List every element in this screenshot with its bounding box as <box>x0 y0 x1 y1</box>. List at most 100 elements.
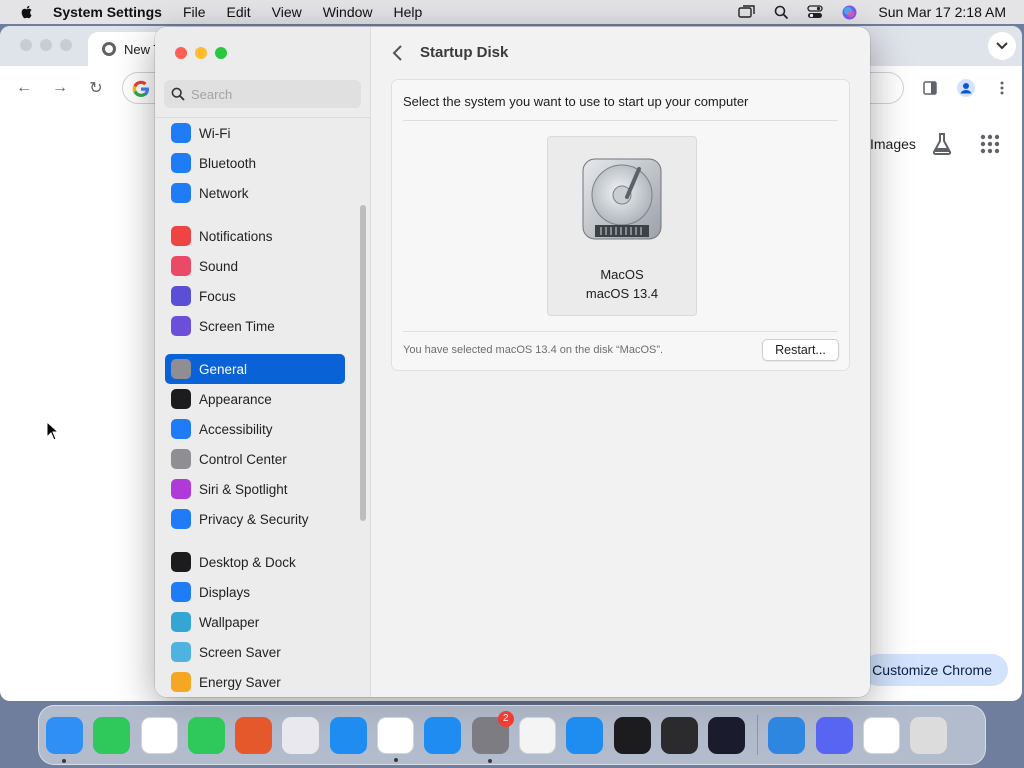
weather-icon[interactable] <box>768 716 806 754</box>
sidebar-item-energy-saver[interactable]: Energy Saver <box>165 667 345 697</box>
displays-icon <box>171 582 191 602</box>
divider <box>403 331 838 332</box>
discord-icon[interactable] <box>815 716 853 754</box>
appearance-icon <box>171 389 191 409</box>
settings-sidebar: Search Wi-Fi Bluetooth Network Notification… <box>155 27 371 697</box>
chrome-close-button[interactable] <box>20 39 32 51</box>
startup-disk-panel: Select the system you want to use to sta… <box>391 79 850 371</box>
sidebar-item-label: Network <box>199 185 249 201</box>
privacy-hand-icon <box>171 509 191 529</box>
sidebar-item-network[interactable]: Network <box>165 178 345 208</box>
sidebar-item-privacy-security[interactable]: Privacy & Security <box>165 504 345 534</box>
menu-help[interactable]: Help <box>394 4 423 20</box>
sidebar-item-screen-time[interactable]: Screen Time <box>165 311 345 341</box>
facetime-icon[interactable] <box>93 716 131 754</box>
app-store-icon[interactable] <box>424 716 462 754</box>
settings-sidebar-list[interactable]: Wi-Fi Bluetooth Network Notifications Sound F… <box>155 117 371 697</box>
chrome-menu-kebab-icon[interactable] <box>992 78 1012 98</box>
back-arrow-icon[interactable]: ← <box>14 78 34 98</box>
wifi-icon <box>171 123 191 143</box>
sidebar-item-control-center[interactable]: Control Center <box>165 444 345 474</box>
startup-disk-pane: Startup Disk Select the system you want … <box>372 27 870 697</box>
customize-chrome-button[interactable]: Customize Chrome <box>862 654 1008 686</box>
trash-icon[interactable] <box>910 716 948 754</box>
garageband-icon[interactable] <box>660 716 698 754</box>
sound-icon <box>171 256 191 276</box>
keynote-icon[interactable] <box>566 716 604 754</box>
menu-bar-clock[interactable]: Sun Mar 17 2:18 AM <box>878 4 1006 20</box>
sidebar-item-general[interactable]: General <box>165 354 345 384</box>
sidebar-item-label: Privacy & Security <box>199 511 309 527</box>
sidebar-item-label: Appearance <box>199 391 272 407</box>
menu-app-name[interactable]: System Settings <box>53 4 162 20</box>
mouse-pointer-icon <box>46 421 60 441</box>
sidebar-item-label: Focus <box>199 288 236 304</box>
chrome-zoom-button[interactable] <box>60 39 72 51</box>
capcut-icon[interactable] <box>863 716 901 754</box>
divider <box>403 120 838 121</box>
chrome-tab-search-chevron-icon[interactable] <box>988 32 1016 60</box>
screen-mirroring-icon[interactable] <box>738 3 756 21</box>
sidebar-scrollbar[interactable] <box>360 205 366 521</box>
vscode-icon[interactable] <box>140 716 178 754</box>
sidebar-item-siri-spotlight[interactable]: Siri & Spotlight <box>165 474 345 504</box>
chrome-favicon-icon <box>102 42 116 56</box>
textedit-icon[interactable] <box>518 716 556 754</box>
side-panel-icon[interactable] <box>920 78 940 98</box>
launchpad-icon[interactable] <box>282 716 320 754</box>
restart-button[interactable]: Restart... <box>762 339 839 361</box>
system-settings-icon[interactable]: 2 <box>471 710 514 763</box>
sidebar-item-label: Energy Saver <box>199 674 281 690</box>
menu-window[interactable]: Window <box>323 4 373 20</box>
sidebar-item-wi-fi[interactable]: Wi-Fi <box>165 118 345 148</box>
sidebar-item-desktop-dock[interactable]: Desktop & Dock <box>165 547 345 577</box>
sidebar-item-appearance[interactable]: Appearance <box>165 384 345 414</box>
menu-file[interactable]: File <box>183 4 206 20</box>
sidebar-item-accessibility[interactable]: Accessibility <box>165 414 345 444</box>
control-center-icon[interactable] <box>806 3 824 21</box>
finder-icon[interactable] <box>46 716 83 763</box>
sidebar-item-label: Desktop & Dock <box>199 554 296 570</box>
settings-search-field[interactable]: Search <box>164 80 361 108</box>
sidebar-item-label: Wi-Fi <box>199 125 231 141</box>
sidebar-item-label: Siri & Spotlight <box>199 481 288 497</box>
focus-icon <box>171 286 191 306</box>
sidebar-item-wallpaper[interactable]: Wallpaper <box>165 607 345 637</box>
google-logo-icon <box>132 80 149 97</box>
forward-arrow-icon[interactable]: → <box>50 78 70 98</box>
sidebar-item-label: Bluetooth <box>199 155 257 171</box>
sidebar-item-screen-saver[interactable]: Screen Saver <box>165 637 345 667</box>
minimize-button[interactable] <box>195 47 207 59</box>
sidebar-item-focus[interactable]: Focus <box>165 281 345 311</box>
search-placeholder: Search <box>191 86 233 102</box>
google-images-link[interactable]: Images <box>870 136 916 152</box>
labs-flask-icon[interactable] <box>930 132 954 156</box>
back-chevron-icon[interactable] <box>390 43 406 63</box>
sidebar-item-label: Accessibility <box>199 421 273 437</box>
menu-edit[interactable]: Edit <box>227 4 251 20</box>
siri-icon <box>171 479 191 499</box>
sidebar-item-bluetooth[interactable]: Bluetooth <box>165 148 345 178</box>
profile-avatar-icon[interactable] <box>956 78 976 98</box>
reload-icon[interactable]: ↻ <box>86 78 106 98</box>
safari-icon[interactable] <box>329 716 367 754</box>
close-button[interactable] <box>175 47 187 59</box>
messages-icon[interactable] <box>187 716 225 754</box>
google-apps-grid-icon[interactable] <box>978 132 1002 156</box>
terminal-icon[interactable] <box>613 716 651 754</box>
zoom-button[interactable] <box>215 47 227 59</box>
apple-logo-icon[interactable] <box>19 4 35 20</box>
notification-badge: 2 <box>497 710 514 727</box>
chrome-icon[interactable] <box>377 716 415 762</box>
spotlight-search-icon[interactable] <box>772 3 790 21</box>
wallpaper-icon <box>171 612 191 632</box>
siri-dock-icon[interactable] <box>708 716 746 754</box>
siri-icon[interactable] <box>840 3 858 21</box>
sidebar-item-notifications[interactable]: Notifications <box>165 221 345 251</box>
sidebar-item-sound[interactable]: Sound <box>165 251 345 281</box>
firefox-icon[interactable] <box>235 716 273 754</box>
chrome-minimize-button[interactable] <box>40 39 52 51</box>
sidebar-item-displays[interactable]: Displays <box>165 577 345 607</box>
menu-view[interactable]: View <box>272 4 302 20</box>
startup-disk-option[interactable]: MacOS macOS 13.4 <box>547 136 697 316</box>
